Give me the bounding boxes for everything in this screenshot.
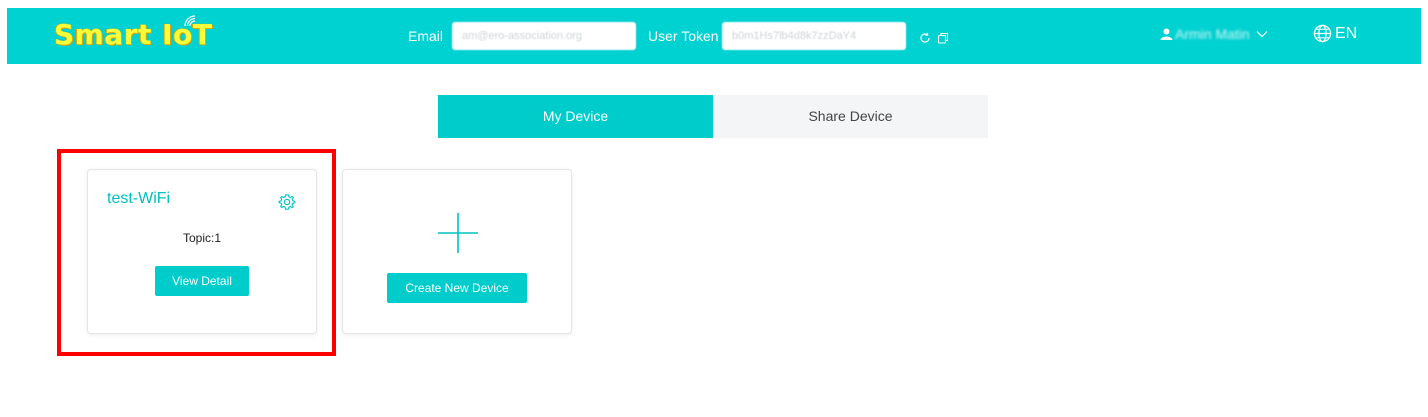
email-field[interactable]: am@ero-association.org	[452, 22, 636, 50]
device-tabs: My Device Share Device	[438, 95, 988, 138]
refresh-icon[interactable]	[919, 32, 931, 44]
plus-icon[interactable]	[437, 212, 479, 254]
copy-icon[interactable]	[937, 32, 949, 44]
user-icon	[1160, 28, 1173, 40]
top-header: Smart IoT Email am@ero-association.org U…	[7, 8, 1421, 64]
language-label: EN	[1335, 24, 1358, 42]
create-new-device-button[interactable]: Create New Device	[387, 273, 527, 303]
user-name: Armin Matin	[1175, 26, 1250, 42]
signal-icon	[184, 15, 196, 27]
user-menu[interactable]: Armin Matin	[1160, 26, 1268, 42]
email-label: Email	[408, 28, 444, 44]
user-token-label: User Token	[648, 28, 719, 44]
globe-icon	[1313, 24, 1332, 43]
user-token-field[interactable]: b0m1Hs7lb4d8k7zzDaY4	[722, 22, 906, 50]
create-device-card[interactable]: Create New Device	[342, 169, 572, 334]
highlight-box	[57, 149, 336, 356]
language-selector[interactable]: EN	[1313, 24, 1357, 43]
chevron-down-icon	[1256, 31, 1268, 38]
tab-my-device[interactable]: My Device	[438, 95, 713, 138]
tab-share-device[interactable]: Share Device	[713, 95, 988, 138]
